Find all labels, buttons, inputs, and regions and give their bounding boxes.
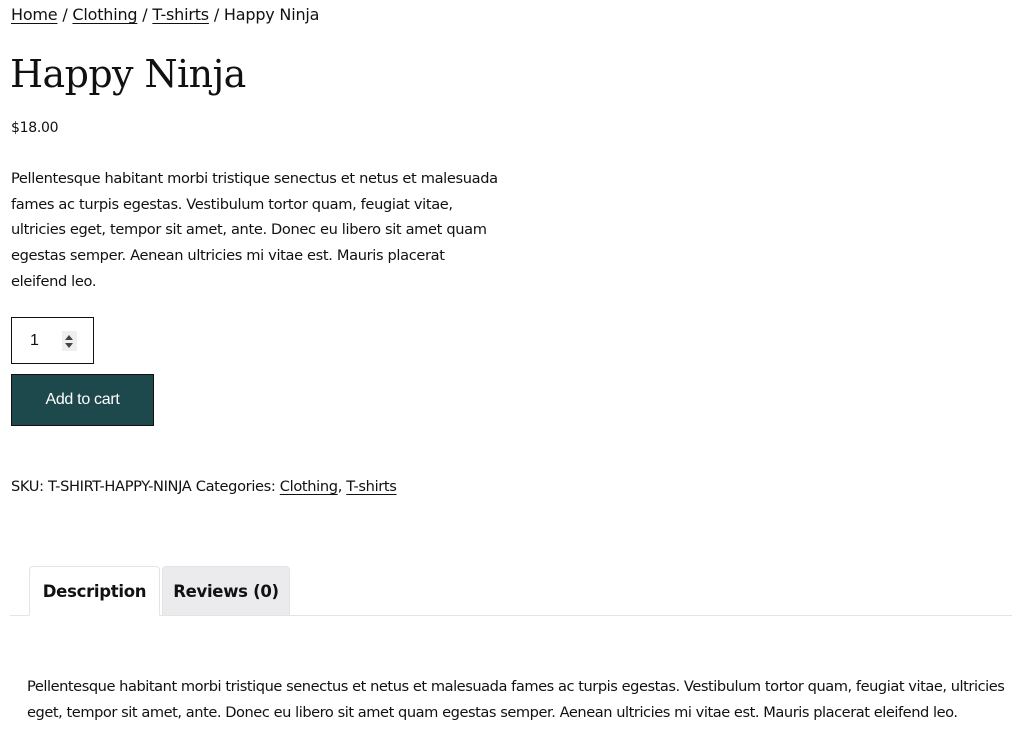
add-to-cart-button[interactable]: Add to cart [11, 374, 154, 426]
spinner-up-icon[interactable] [65, 335, 73, 340]
tab-reviews[interactable]: Reviews (0) [162, 566, 290, 615]
description-panel-text: Pellentesque habitant morbi tristique se… [27, 678, 1005, 721]
product-title: Happy Ninja [10, 52, 246, 96]
categories-label: Categories: [195, 478, 276, 495]
category-link-tshirts[interactable]: T-shirts [346, 478, 397, 495]
breadcrumb-home-link[interactable]: Home [11, 5, 58, 24]
product-price: $18.00 [11, 120, 59, 136]
product-tabs: Description Reviews (0) [10, 566, 1012, 616]
product-short-description: Pellentesque habitant morbi tristique se… [11, 170, 498, 290]
breadcrumb: Home / Clothing / T-shirts / Happy Ninja [11, 5, 319, 24]
sku-label: SKU: [11, 478, 44, 495]
breadcrumb-clothing-link[interactable]: Clothing [72, 5, 137, 24]
breadcrumb-separator: / [208, 5, 224, 24]
sku-value: T-SHIRT-HAPPY-NINJA [47, 478, 192, 495]
category-separator: , [337, 478, 347, 495]
quantity-spinner[interactable] [62, 331, 77, 351]
quantity-stepper[interactable]: 1 [11, 317, 94, 364]
quantity-input[interactable]: 1 [30, 332, 39, 350]
breadcrumb-current: Happy Ninja [223, 5, 320, 24]
breadcrumb-separator: / [137, 5, 153, 24]
product-meta: SKU: T-SHIRT-HAPPY-NINJA Categories: Clo… [11, 478, 397, 495]
spinner-down-icon[interactable] [65, 343, 73, 348]
breadcrumb-tshirts-link[interactable]: T-shirts [152, 5, 209, 24]
breadcrumb-separator: / [57, 5, 73, 24]
category-link-clothing[interactable]: Clothing [280, 478, 338, 495]
tab-description[interactable]: Description [29, 566, 160, 616]
